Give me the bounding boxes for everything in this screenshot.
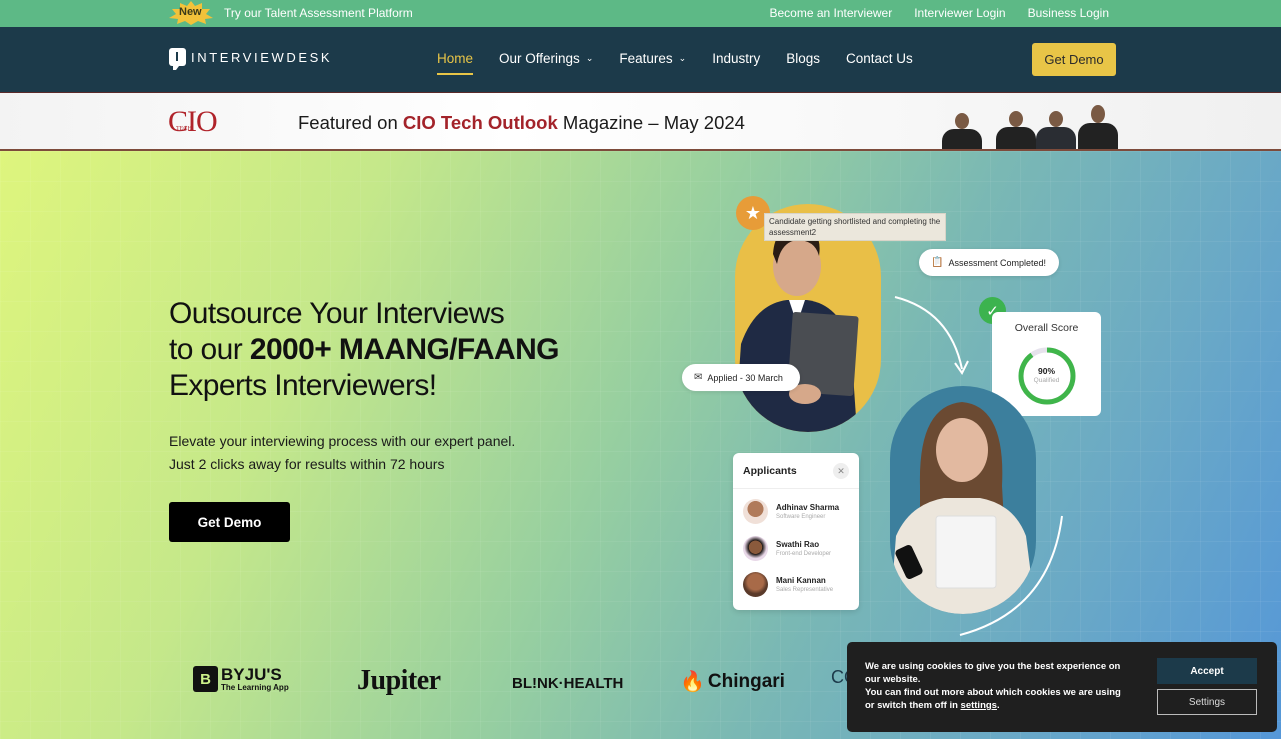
become-interviewer-link[interactable]: Become an Interviewer [769,6,892,20]
cio-tech-outlook-logo: CIO TECH [168,105,218,138]
blink-health-logo: BL!NK·HEALTH [512,675,624,692]
nav-item-home[interactable]: Home [437,51,474,75]
avatar [743,499,768,524]
nav-item-blogs[interactable]: Blogs [786,51,820,66]
talent-assessment-link[interactable]: Try our Talent Assessment Platform [224,6,413,20]
logo-speech-bubble-icon [169,48,186,70]
nav-item-features[interactable]: Features ⌄ [619,51,686,66]
score-ring-progress [1018,347,1076,405]
cookie-consent-banner: We are using cookies to give you the bes… [847,642,1277,732]
applicants-card: Applicants ✕ Adhinav Sharma Software Engi… [733,453,859,610]
featured-banner[interactable]: CIO TECH Featured on CIO Tech Outlook Ma… [0,93,1281,151]
applicant-row: Mani Kannan Sales Representative [743,572,833,597]
team-member-image [942,113,982,149]
image-tooltip: Candidate getting shortlisted and comple… [764,213,946,241]
team-member-image [1036,111,1076,149]
cookie-message: We are using cookies to give you the bes… [865,661,1121,711]
chevron-down-icon: ⌄ [678,53,687,63]
nav-item-industry[interactable]: Industry [712,51,760,66]
nav-item-contact-us[interactable]: Contact Us [846,51,913,66]
cookie-settings-button[interactable]: Settings [1157,689,1257,715]
score-ring [1018,347,1076,405]
applicant-row: Swathi Rao Front-end Developer [743,536,831,561]
top-links: Become an Interviewer Interviewer Login … [769,6,1109,20]
byjus-logo: B BYJU'S The Learning App [193,666,289,692]
team-photo [940,93,1120,149]
cookie-settings-link[interactable]: settings [961,700,997,711]
new-badge: New [168,1,214,25]
clipboard-icon: 📋 [931,257,944,268]
byjus-b-icon: B [193,666,218,692]
mail-icon: ✉ [694,372,703,383]
featured-headline: Featured on CIO Tech Outlook Magazine – … [298,112,745,133]
candidate-photo-2 [890,386,1036,614]
divider [733,488,859,489]
team-member-image [996,111,1036,149]
cookie-accept-button[interactable]: Accept [1157,658,1257,684]
applicant-row: Adhinav Sharma Software Engineer [743,499,839,524]
chevron-down-icon: ⌄ [585,53,594,63]
avatar [743,572,768,597]
interviewdesk-logo[interactable]: INTERVIEWDESK [169,48,332,70]
interviewer-login-link[interactable]: Interviewer Login [914,6,1005,20]
applied-date-pill: ✉ Applied - 30 March [682,364,800,391]
flame-icon: 🔥 [680,671,705,693]
nav-menu: Home Our Offerings ⌄ Features ⌄ Industry B… [437,51,939,75]
assessment-completed-pill: 📋 Assessment Completed! [919,249,1059,276]
chingari-logo: 🔥 Chingari [680,670,785,694]
top-announcement-bar: New Try our Talent Assessment Platform B… [0,0,1281,27]
jupiter-logo: Jupiter [357,665,441,696]
main-navbar: INTERVIEWDESK Home Our Offerings ⌄ Featur… [0,27,1281,93]
overall-score-card: Overall Score 90% Qualified [992,312,1101,416]
team-member-image [1078,105,1118,149]
close-icon[interactable]: ✕ [833,463,849,479]
woman-with-tablet-image [890,402,1036,614]
avatar [743,536,768,561]
nav-item-our-offerings[interactable]: Our Offerings ⌄ [499,51,593,66]
nav-get-demo-button[interactable]: Get Demo [1032,43,1116,76]
business-login-link[interactable]: Business Login [1028,6,1109,20]
